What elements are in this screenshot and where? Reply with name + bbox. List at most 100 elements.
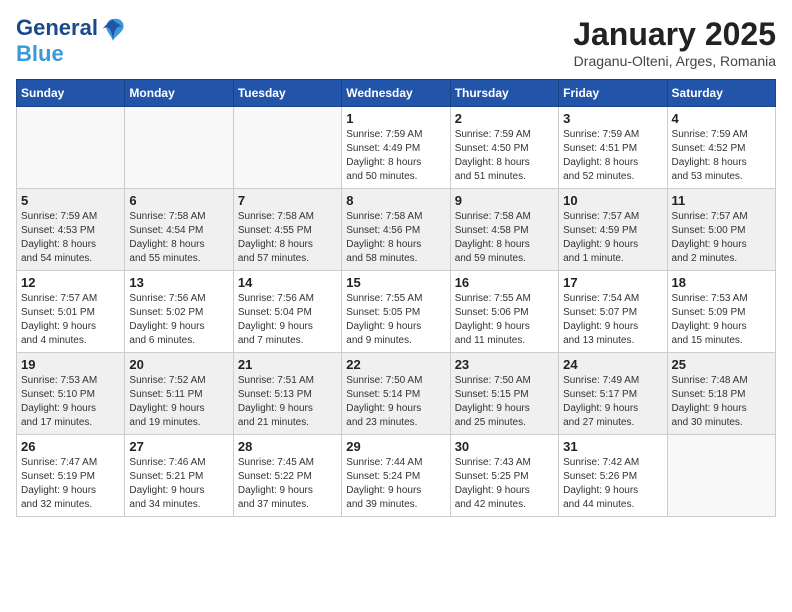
day-info: Sunrise: 7:48 AM Sunset: 5:18 PM Dayligh… [672, 374, 771, 430]
day-number: 1 [346, 111, 445, 126]
calendar-cell: 8Sunrise: 7:58 AM Sunset: 4:56 PM Daylig… [342, 189, 450, 271]
calendar-cell: 13 Sunrise: 7:56 AM Sunset: 5:02 PM Dayli… [125, 271, 233, 353]
day-info: Sunrise: 7:56 AM Sunset: 5:04 PM Dayligh… [238, 292, 337, 348]
day-info: Sunrise: 7:58 AM Sunset: 4:56 PM Dayligh… [346, 210, 445, 266]
calendar-cell: 14 Sunrise: 7:56 AM Sunset: 5:04 PM Dayli… [233, 271, 341, 353]
day-info: Sunrise: 7:57 AM Sunset: 4:59 PM Dayligh… [563, 210, 662, 266]
calendar-cell [233, 107, 341, 189]
calendar-cell [17, 107, 125, 189]
day-number: 2 [455, 111, 554, 126]
day-info: Sunrise: 7:46 AM Sunset: 5:21 PM Dayligh… [129, 456, 228, 512]
day-number: 13 [129, 275, 228, 290]
day-info: Sunrise: 7:57 AM Sunset: 5:00 PM Dayligh… [672, 210, 771, 266]
day-number: 11 [672, 193, 771, 208]
day-info: Sunrise: 7:43 AM Sunset: 5:25 PM Dayligh… [455, 456, 554, 512]
day-info: Sunrise: 7:59 AM Sunset: 4:52 PM Dayligh… [672, 128, 771, 184]
calendar-cell [125, 107, 233, 189]
calendar-cell: 18 Sunrise: 7:53 AM Sunset: 5:09 PM Dayli… [667, 271, 775, 353]
day-number: 12 [21, 275, 120, 290]
calendar-cell: 5 Sunrise: 7:59 AM Sunset: 4:53 PM Daylig… [17, 189, 125, 271]
day-number: 22 [346, 357, 445, 372]
calendar-cell: 27 Sunrise: 7:46 AM Sunset: 5:21 PM Dayli… [125, 435, 233, 517]
day-number: 15 [346, 275, 445, 290]
day-number: 7 [238, 193, 337, 208]
calendar-cell: 25Sunrise: 7:48 AM Sunset: 5:18 PM Dayli… [667, 353, 775, 435]
calendar-cell: 31 Sunrise: 7:42 AM Sunset: 5:26 PM Dayli… [559, 435, 667, 517]
day-info: Sunrise: 7:58 AM Sunset: 4:54 PM Dayligh… [129, 210, 228, 266]
page-header: General Blue January 2025 Draganu-Olteni… [16, 16, 776, 69]
day-info: Sunrise: 7:49 AM Sunset: 5:17 PM Dayligh… [563, 374, 662, 430]
day-info: Sunrise: 7:45 AM Sunset: 5:22 PM Dayligh… [238, 456, 337, 512]
day-info: Sunrise: 7:55 AM Sunset: 5:06 PM Dayligh… [455, 292, 554, 348]
day-number: 18 [672, 275, 771, 290]
weekday-header-thursday: Thursday [450, 80, 558, 107]
calendar-cell: 1Sunrise: 7:59 AM Sunset: 4:49 PM Daylig… [342, 107, 450, 189]
calendar-cell: 24Sunrise: 7:49 AM Sunset: 5:17 PM Dayli… [559, 353, 667, 435]
weekday-header-sunday: Sunday [17, 80, 125, 107]
day-info: Sunrise: 7:47 AM Sunset: 5:19 PM Dayligh… [21, 456, 120, 512]
calendar-week-row: 1Sunrise: 7:59 AM Sunset: 4:49 PM Daylig… [17, 107, 776, 189]
day-number: 28 [238, 439, 337, 454]
day-number: 30 [455, 439, 554, 454]
day-info: Sunrise: 7:58 AM Sunset: 4:58 PM Dayligh… [455, 210, 554, 266]
calendar-cell: 9 Sunrise: 7:58 AM Sunset: 4:58 PM Daylig… [450, 189, 558, 271]
calendar-cell: 3Sunrise: 7:59 AM Sunset: 4:51 PM Daylig… [559, 107, 667, 189]
logo: General Blue [16, 16, 126, 66]
day-number: 19 [21, 357, 120, 372]
day-info: Sunrise: 7:50 AM Sunset: 5:14 PM Dayligh… [346, 374, 445, 430]
calendar-cell: 12Sunrise: 7:57 AM Sunset: 5:01 PM Dayli… [17, 271, 125, 353]
weekday-header-saturday: Saturday [667, 80, 775, 107]
day-number: 20 [129, 357, 228, 372]
day-info: Sunrise: 7:54 AM Sunset: 5:07 PM Dayligh… [563, 292, 662, 348]
calendar-cell: 10 Sunrise: 7:57 AM Sunset: 4:59 PM Dayli… [559, 189, 667, 271]
calendar-cell: 19 Sunrise: 7:53 AM Sunset: 5:10 PM Dayli… [17, 353, 125, 435]
calendar-week-row: 12Sunrise: 7:57 AM Sunset: 5:01 PM Dayli… [17, 271, 776, 353]
calendar-cell: 26 Sunrise: 7:47 AM Sunset: 5:19 PM Dayli… [17, 435, 125, 517]
day-number: 5 [21, 193, 120, 208]
day-info: Sunrise: 7:51 AM Sunset: 5:13 PM Dayligh… [238, 374, 337, 430]
calendar-cell: 7 Sunrise: 7:58 AM Sunset: 4:55 PM Daylig… [233, 189, 341, 271]
day-info: Sunrise: 7:56 AM Sunset: 5:02 PM Dayligh… [129, 292, 228, 348]
day-info: Sunrise: 7:59 AM Sunset: 4:50 PM Dayligh… [455, 128, 554, 184]
day-info: Sunrise: 7:58 AM Sunset: 4:55 PM Dayligh… [238, 210, 337, 266]
day-info: Sunrise: 7:53 AM Sunset: 5:09 PM Dayligh… [672, 292, 771, 348]
logo-text: General [16, 16, 126, 42]
day-info: Sunrise: 7:44 AM Sunset: 5:24 PM Dayligh… [346, 456, 445, 512]
day-info: Sunrise: 7:50 AM Sunset: 5:15 PM Dayligh… [455, 374, 554, 430]
calendar-cell: 28 Sunrise: 7:45 AM Sunset: 5:22 PM Dayli… [233, 435, 341, 517]
weekday-header-monday: Monday [125, 80, 233, 107]
day-number: 9 [455, 193, 554, 208]
day-number: 27 [129, 439, 228, 454]
calendar-cell: 2 Sunrise: 7:59 AM Sunset: 4:50 PM Daylig… [450, 107, 558, 189]
weekday-header-tuesday: Tuesday [233, 80, 341, 107]
calendar-table: SundayMondayTuesdayWednesdayThursdayFrid… [16, 79, 776, 517]
day-number: 21 [238, 357, 337, 372]
calendar-cell: 17 Sunrise: 7:54 AM Sunset: 5:07 PM Dayli… [559, 271, 667, 353]
day-info: Sunrise: 7:52 AM Sunset: 5:11 PM Dayligh… [129, 374, 228, 430]
logo-bird-icon [100, 16, 126, 42]
day-info: Sunrise: 7:59 AM Sunset: 4:51 PM Dayligh… [563, 128, 662, 184]
day-number: 16 [455, 275, 554, 290]
calendar-cell: 29Sunrise: 7:44 AM Sunset: 5:24 PM Dayli… [342, 435, 450, 517]
calendar-cell: 22 Sunrise: 7:50 AM Sunset: 5:14 PM Dayli… [342, 353, 450, 435]
calendar-cell: 30 Sunrise: 7:43 AM Sunset: 5:25 PM Dayli… [450, 435, 558, 517]
calendar-week-row: 26 Sunrise: 7:47 AM Sunset: 5:19 PM Dayli… [17, 435, 776, 517]
weekday-header-wednesday: Wednesday [342, 80, 450, 107]
calendar-cell: 16 Sunrise: 7:55 AM Sunset: 5:06 PM Dayli… [450, 271, 558, 353]
day-number: 31 [563, 439, 662, 454]
day-info: Sunrise: 7:42 AM Sunset: 5:26 PM Dayligh… [563, 456, 662, 512]
day-info: Sunrise: 7:59 AM Sunset: 4:53 PM Dayligh… [21, 210, 120, 266]
day-number: 4 [672, 111, 771, 126]
day-number: 17 [563, 275, 662, 290]
logo-blue: Blue [16, 42, 126, 66]
day-info: Sunrise: 7:53 AM Sunset: 5:10 PM Dayligh… [21, 374, 120, 430]
day-number: 6 [129, 193, 228, 208]
day-number: 10 [563, 193, 662, 208]
month-title: January 2025 [573, 16, 776, 53]
calendar-cell: 4 Sunrise: 7:59 AM Sunset: 4:52 PM Daylig… [667, 107, 775, 189]
title-area: January 2025 Draganu-Olteni, Arges, Roma… [573, 16, 776, 69]
day-number: 14 [238, 275, 337, 290]
day-number: 26 [21, 439, 120, 454]
calendar-cell: 6 Sunrise: 7:58 AM Sunset: 4:54 PM Daylig… [125, 189, 233, 271]
calendar-cell: 20 Sunrise: 7:52 AM Sunset: 5:11 PM Dayli… [125, 353, 233, 435]
